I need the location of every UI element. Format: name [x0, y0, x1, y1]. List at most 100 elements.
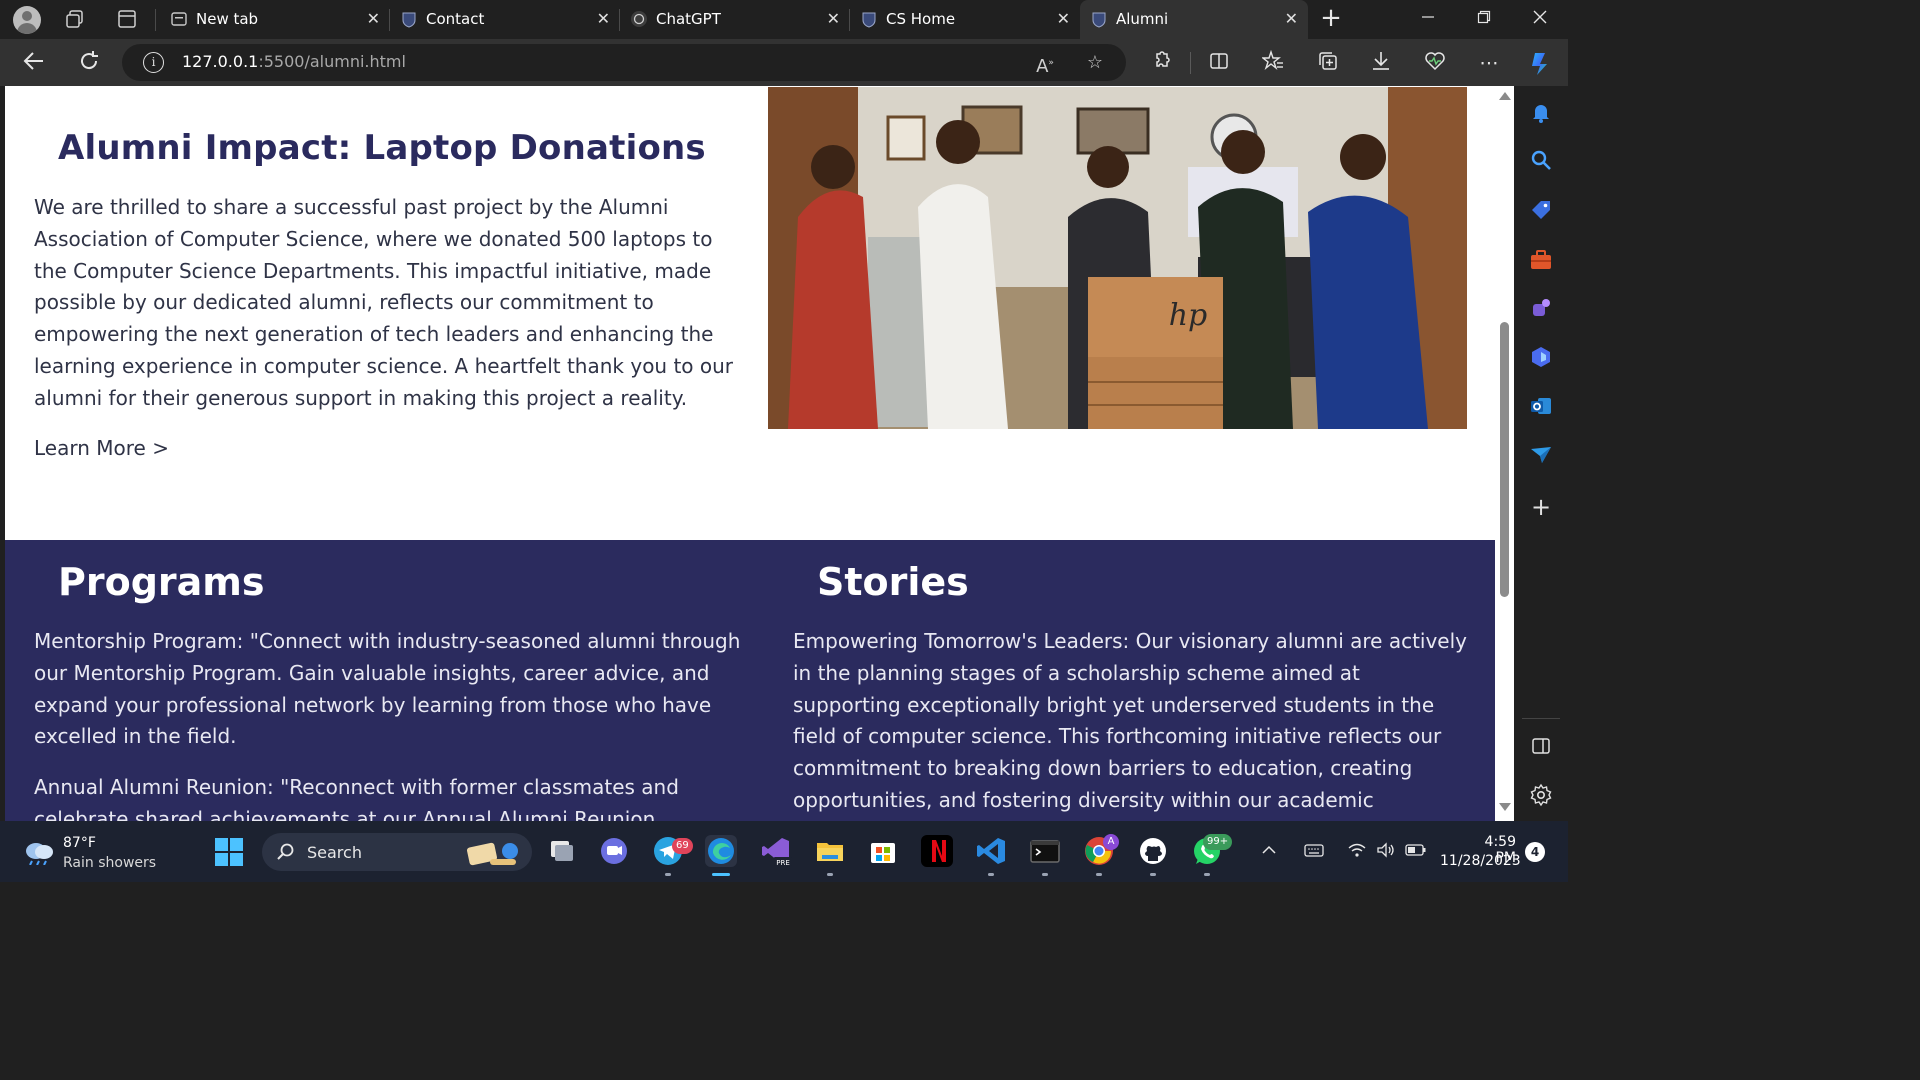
workspaces-icon[interactable]	[64, 8, 86, 30]
chrome-profile-badge: A	[1103, 834, 1119, 850]
programs-mentorship-text: Mentorship Program: "Connect with indust…	[34, 629, 741, 749]
tab-label: Contact	[426, 10, 485, 28]
favorites-icon[interactable]	[1260, 49, 1286, 76]
tab-label: Alumni	[1116, 10, 1169, 28]
page-scrollbar[interactable]	[1495, 86, 1514, 821]
outlook-icon[interactable]	[1529, 394, 1553, 418]
read-aloud-icon[interactable]: A»	[1034, 52, 1056, 77]
volume-icon[interactable]	[1376, 842, 1396, 862]
url-text: 127.0.0.1:5500/alumni.html	[182, 52, 406, 71]
extensions-icon[interactable]	[1148, 50, 1174, 76]
wifi-icon[interactable]	[1348, 842, 1366, 862]
university-crest-icon	[860, 10, 878, 28]
stories-text: Empowering Tomorrow's Leaders: Our visio…	[793, 629, 1468, 812]
windows-taskbar: 87°F Rain showers Search 69 PRE A 99+ 4:…	[0, 821, 1568, 882]
close-tab-icon[interactable]: ✕	[1285, 9, 1298, 28]
back-icon[interactable]	[20, 49, 48, 77]
profile-avatar[interactable]	[13, 6, 41, 34]
svg-text:PRE: PRE	[776, 859, 790, 867]
divider	[155, 9, 156, 31]
programs-reunion-text: Annual Alumni Reunion: "Reconnect with f…	[34, 775, 679, 821]
vscode-icon[interactable]	[975, 835, 1007, 867]
github-icon[interactable]	[1137, 835, 1169, 867]
shopping-tag-icon[interactable]	[1529, 198, 1553, 222]
address-bar[interactable]: i 127.0.0.1:5500/alumni.html A» ☆	[122, 44, 1126, 81]
battery-icon[interactable]	[1405, 842, 1427, 862]
impact-title: Alumni Impact: Laptop Donations	[58, 128, 706, 168]
chatgpt-icon	[630, 10, 648, 28]
teams-chat-icon[interactable]	[598, 835, 630, 867]
page-content: Alumni Impact: Laptop Donations We are t…	[5, 86, 1495, 821]
new-tab-icon	[170, 10, 188, 28]
search-highlight-icon	[460, 837, 522, 867]
close-tab-icon[interactable]: ✕	[597, 9, 610, 28]
close-tab-icon[interactable]: ✕	[367, 9, 380, 28]
laptop-donation-photo: hp	[768, 87, 1467, 429]
new-tab-button[interactable]: +	[1318, 4, 1344, 34]
programs-title: Programs	[58, 560, 265, 604]
close-tab-icon[interactable]: ✕	[827, 9, 840, 28]
tab-contact[interactable]: Contact ✕	[390, 0, 620, 39]
minimize-icon[interactable]	[1400, 0, 1456, 39]
divider	[1190, 52, 1191, 74]
search-label: Search	[307, 843, 362, 862]
tools-briefcase-icon[interactable]	[1529, 248, 1553, 272]
hp-logo-text: hp	[1169, 298, 1208, 333]
taskbar-search[interactable]: Search	[262, 833, 532, 871]
file-explorer-icon[interactable]	[814, 835, 846, 867]
tab-alumni[interactable]: Alumni ✕	[1080, 0, 1308, 39]
tab-new-tab[interactable]: New tab ✕	[160, 0, 390, 39]
netflix-icon[interactable]	[921, 835, 953, 867]
copilot-icon[interactable]	[1527, 50, 1553, 76]
clock-date[interactable]: 11/28/2023	[1440, 853, 1521, 869]
close-window-icon[interactable]	[1512, 0, 1568, 39]
impact-description: We are thrilled to share a successful pa…	[34, 195, 734, 410]
notification-count-badge[interactable]: 4	[1525, 842, 1545, 862]
edge-icon[interactable]	[705, 835, 737, 867]
hide-sidebar-icon[interactable]	[1529, 734, 1553, 758]
tab-chatgpt[interactable]: ChatGPT ✕	[620, 0, 850, 39]
downloads-icon[interactable]	[1368, 50, 1394, 76]
programs-stories-section: Programs Mentorship Program: "Connect wi…	[5, 540, 1495, 821]
scroll-up-icon[interactable]	[1499, 92, 1511, 100]
tab-strip: New tab ✕ Contact ✕ ChatGPT ✕ CS Home ✕ …	[0, 0, 1568, 39]
weather-temperature[interactable]: 87°F	[63, 835, 96, 851]
edge-sidebar: +	[1514, 86, 1568, 821]
search-icon[interactable]	[1529, 148, 1553, 172]
send-message-icon[interactable]	[1529, 443, 1553, 467]
settings-gear-icon[interactable]	[1529, 783, 1553, 807]
add-sidebar-app-icon[interactable]: +	[1529, 495, 1553, 520]
tab-cs-home[interactable]: CS Home ✕	[850, 0, 1080, 39]
scroll-thumb[interactable]	[1500, 322, 1509, 597]
weather-description[interactable]: Rain showers	[63, 855, 156, 871]
games-icon[interactable]	[1529, 296, 1553, 320]
start-button[interactable]	[215, 838, 245, 868]
show-hidden-icons-icon[interactable]	[1261, 842, 1277, 862]
tab-label: ChatGPT	[656, 10, 721, 28]
browser-essentials-icon[interactable]	[1422, 50, 1448, 76]
learn-more-link[interactable]: Learn More >	[34, 436, 169, 460]
more-menu-icon[interactable]: ⋯	[1476, 50, 1502, 76]
university-crest-icon	[400, 10, 418, 28]
terminal-icon[interactable]	[1029, 835, 1061, 867]
task-view-icon[interactable]	[545, 835, 577, 867]
split-screen-icon[interactable]	[1206, 50, 1232, 76]
favorite-star-icon[interactable]: ☆	[1084, 52, 1106, 74]
university-crest-icon	[1090, 10, 1108, 28]
scroll-down-icon[interactable]	[1499, 803, 1511, 811]
microsoft-365-icon[interactable]	[1529, 345, 1553, 369]
visual-studio-preview-icon[interactable]: PRE	[760, 835, 792, 867]
microsoft-store-icon[interactable]	[867, 835, 899, 867]
browser-toolbar: i 127.0.0.1:5500/alumni.html A» ☆ ⋯	[0, 39, 1568, 86]
notification-bell-icon[interactable]	[1529, 100, 1553, 124]
close-tab-icon[interactable]: ✕	[1057, 9, 1070, 28]
restore-icon[interactable]	[1456, 0, 1512, 39]
divider	[1522, 718, 1560, 719]
site-info-icon[interactable]: i	[143, 52, 164, 73]
vertical-tabs-icon[interactable]	[116, 8, 138, 30]
whatsapp-unread-badge: 99+	[1203, 834, 1233, 850]
refresh-icon[interactable]	[75, 49, 103, 77]
collections-icon[interactable]	[1315, 50, 1341, 76]
keyboard-icon[interactable]	[1304, 842, 1324, 862]
rain-cloud-icon[interactable]	[22, 839, 56, 866]
